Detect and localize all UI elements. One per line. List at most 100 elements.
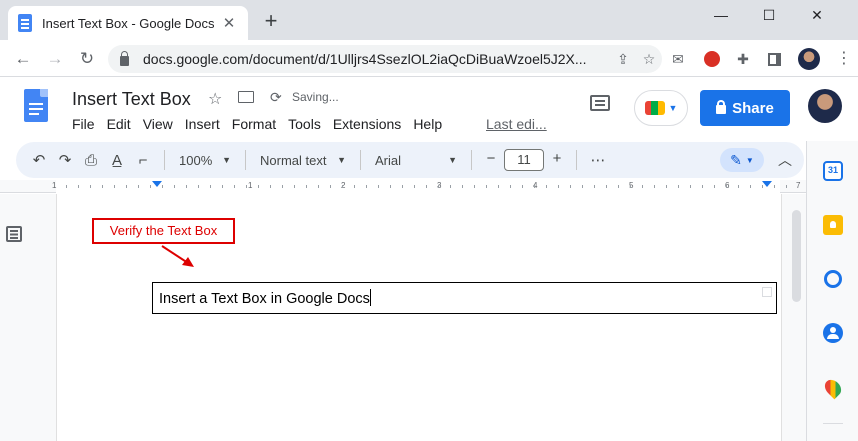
ruler-tick xyxy=(258,185,259,188)
ruler-tick xyxy=(342,185,343,188)
redo-icon[interactable]: ↷ xyxy=(52,151,78,169)
annotation-callout: Verify the Text Box xyxy=(92,218,235,244)
vertical-scrollbar[interactable] xyxy=(792,210,801,302)
ruler-tick xyxy=(546,185,547,188)
saving-status: Saving... xyxy=(292,90,339,104)
side-panel: 31 xyxy=(806,141,858,441)
share-button[interactable]: Share xyxy=(700,90,790,126)
style-value: Normal text xyxy=(260,152,327,168)
browser-toolbar: ← → ↻ docs.google.com/document/d/1Ulljrs… xyxy=(0,40,858,77)
ruler-tick xyxy=(102,185,103,188)
window-minimize-button[interactable]: — xyxy=(698,0,744,30)
text-box-content: Insert a Text Box in Google Docs xyxy=(159,291,370,307)
keep-icon[interactable] xyxy=(823,215,843,235)
chevron-down-icon: ▼ xyxy=(448,155,457,165)
menu-edit[interactable]: Edit xyxy=(107,116,131,132)
document-title[interactable]: Insert Text Box xyxy=(72,89,191,110)
font-select[interactable]: Arial ▼ xyxy=(369,153,463,168)
spellcheck-icon[interactable]: A̲ xyxy=(104,152,130,169)
document-outline-icon[interactable] xyxy=(6,226,22,242)
calendar-icon[interactable]: 31 xyxy=(823,161,843,181)
left-indent-marker[interactable] xyxy=(152,181,162,187)
text-cursor xyxy=(369,289,371,306)
ruler-tick xyxy=(138,185,139,188)
ruler-tick xyxy=(390,185,391,188)
meet-button[interactable]: ▼ xyxy=(634,90,688,126)
lock-icon xyxy=(716,100,727,114)
adblock-extension-icon[interactable] xyxy=(702,49,722,69)
comment-history-icon[interactable] xyxy=(590,95,610,111)
docs-logo-icon[interactable] xyxy=(24,89,48,122)
extensions-puzzle-icon[interactable]: ✚ xyxy=(733,49,753,69)
ruler-tick xyxy=(558,185,559,188)
maps-icon[interactable] xyxy=(821,376,845,400)
ruler-tick xyxy=(198,185,199,188)
text-box[interactable]: Insert a Text Box in Google Docs xyxy=(152,282,777,314)
ruler-tick xyxy=(246,185,247,188)
ruler-tick xyxy=(678,185,679,188)
increase-font-size-button[interactable]: + xyxy=(546,149,568,171)
ruler-tick xyxy=(498,185,499,188)
menu-help[interactable]: Help xyxy=(413,116,442,132)
ruler-label: 7 xyxy=(796,181,801,190)
right-indent-marker[interactable] xyxy=(762,181,772,187)
tasks-icon[interactable] xyxy=(823,269,843,289)
window-maximize-button[interactable]: ☐ xyxy=(746,0,792,30)
ruler-tick xyxy=(606,185,607,188)
browser-profile-avatar[interactable] xyxy=(798,48,820,70)
bookmark-star-icon[interactable]: ☆ xyxy=(636,51,662,68)
font-size-input[interactable]: 11 xyxy=(504,149,544,171)
more-options-icon[interactable]: ⋯ xyxy=(585,151,611,169)
tab-close-icon[interactable]: ✕ xyxy=(220,14,238,32)
menu-file[interactable]: File xyxy=(72,116,95,132)
ruler-label: 1 xyxy=(52,181,57,190)
ruler-tick xyxy=(618,185,619,188)
ruler-tick xyxy=(150,185,151,188)
menu-insert[interactable]: Insert xyxy=(185,116,220,132)
paint-format-icon[interactable]: ⌐ xyxy=(130,152,156,169)
ruler-tick xyxy=(486,185,487,188)
back-button[interactable]: ← xyxy=(10,46,36,72)
docs-header: Insert Text Box ☆ ⟳ Saving... File Edit … xyxy=(0,77,858,141)
menu-format[interactable]: Format xyxy=(232,116,276,132)
annotation-arrow-icon xyxy=(161,245,194,267)
text-box-handle[interactable] xyxy=(762,287,772,297)
menu-tools[interactable]: Tools xyxy=(288,116,321,132)
browser-tab-active[interactable]: Insert Text Box - Google Docs ✕ xyxy=(8,6,248,40)
contacts-icon[interactable] xyxy=(823,323,843,343)
ruler-tick xyxy=(222,185,223,188)
ruler-tick xyxy=(174,185,175,188)
reload-button[interactable]: ↻ xyxy=(74,46,100,72)
print-icon[interactable]: ⎙ xyxy=(78,152,104,169)
mail-extension-icon[interactable]: ✉ xyxy=(668,49,688,69)
editing-mode-button[interactable]: ✎ ▼ xyxy=(720,148,764,172)
tab-title: Insert Text Box - Google Docs xyxy=(42,15,215,31)
ruler-tick xyxy=(186,185,187,188)
address-bar[interactable]: docs.google.com/document/d/1Ulljrs4Ssezl… xyxy=(108,45,662,73)
ruler-tick xyxy=(270,185,271,188)
account-avatar[interactable] xyxy=(808,89,842,123)
ruler-tick xyxy=(738,185,739,188)
menu-bar: File Edit View Insert Format Tools Exten… xyxy=(72,116,454,132)
decrease-font-size-button[interactable]: − xyxy=(480,149,502,171)
style-select[interactable]: Normal text ▼ xyxy=(254,153,352,168)
ruler-tick xyxy=(90,185,91,188)
menu-extensions[interactable]: Extensions xyxy=(333,116,401,132)
ruler-tick xyxy=(510,185,511,188)
move-folder-icon[interactable] xyxy=(238,89,254,103)
star-icon[interactable]: ☆ xyxy=(208,89,222,109)
browser-menu-icon[interactable]: ⋮ xyxy=(836,49,852,69)
ruler: 1 1 2 3 4 5 6 7 xyxy=(0,180,806,193)
side-panel-icon[interactable] xyxy=(764,49,784,69)
window-close-button[interactable]: ✕ xyxy=(794,0,840,30)
forward-button[interactable]: → xyxy=(42,46,68,72)
zoom-select[interactable]: 100% ▼ xyxy=(173,153,237,168)
collapse-menus-icon[interactable]: ︿ xyxy=(778,150,792,170)
new-tab-button[interactable]: + xyxy=(258,8,284,34)
undo-icon[interactable]: ↶ xyxy=(26,151,52,169)
docs-favicon-icon xyxy=(18,14,32,32)
share-page-icon[interactable]: ⇪ xyxy=(610,51,636,68)
menu-view[interactable]: View xyxy=(143,116,173,132)
ruler-tick xyxy=(402,185,403,188)
last-edit-link[interactable]: Last edi... xyxy=(486,116,547,132)
